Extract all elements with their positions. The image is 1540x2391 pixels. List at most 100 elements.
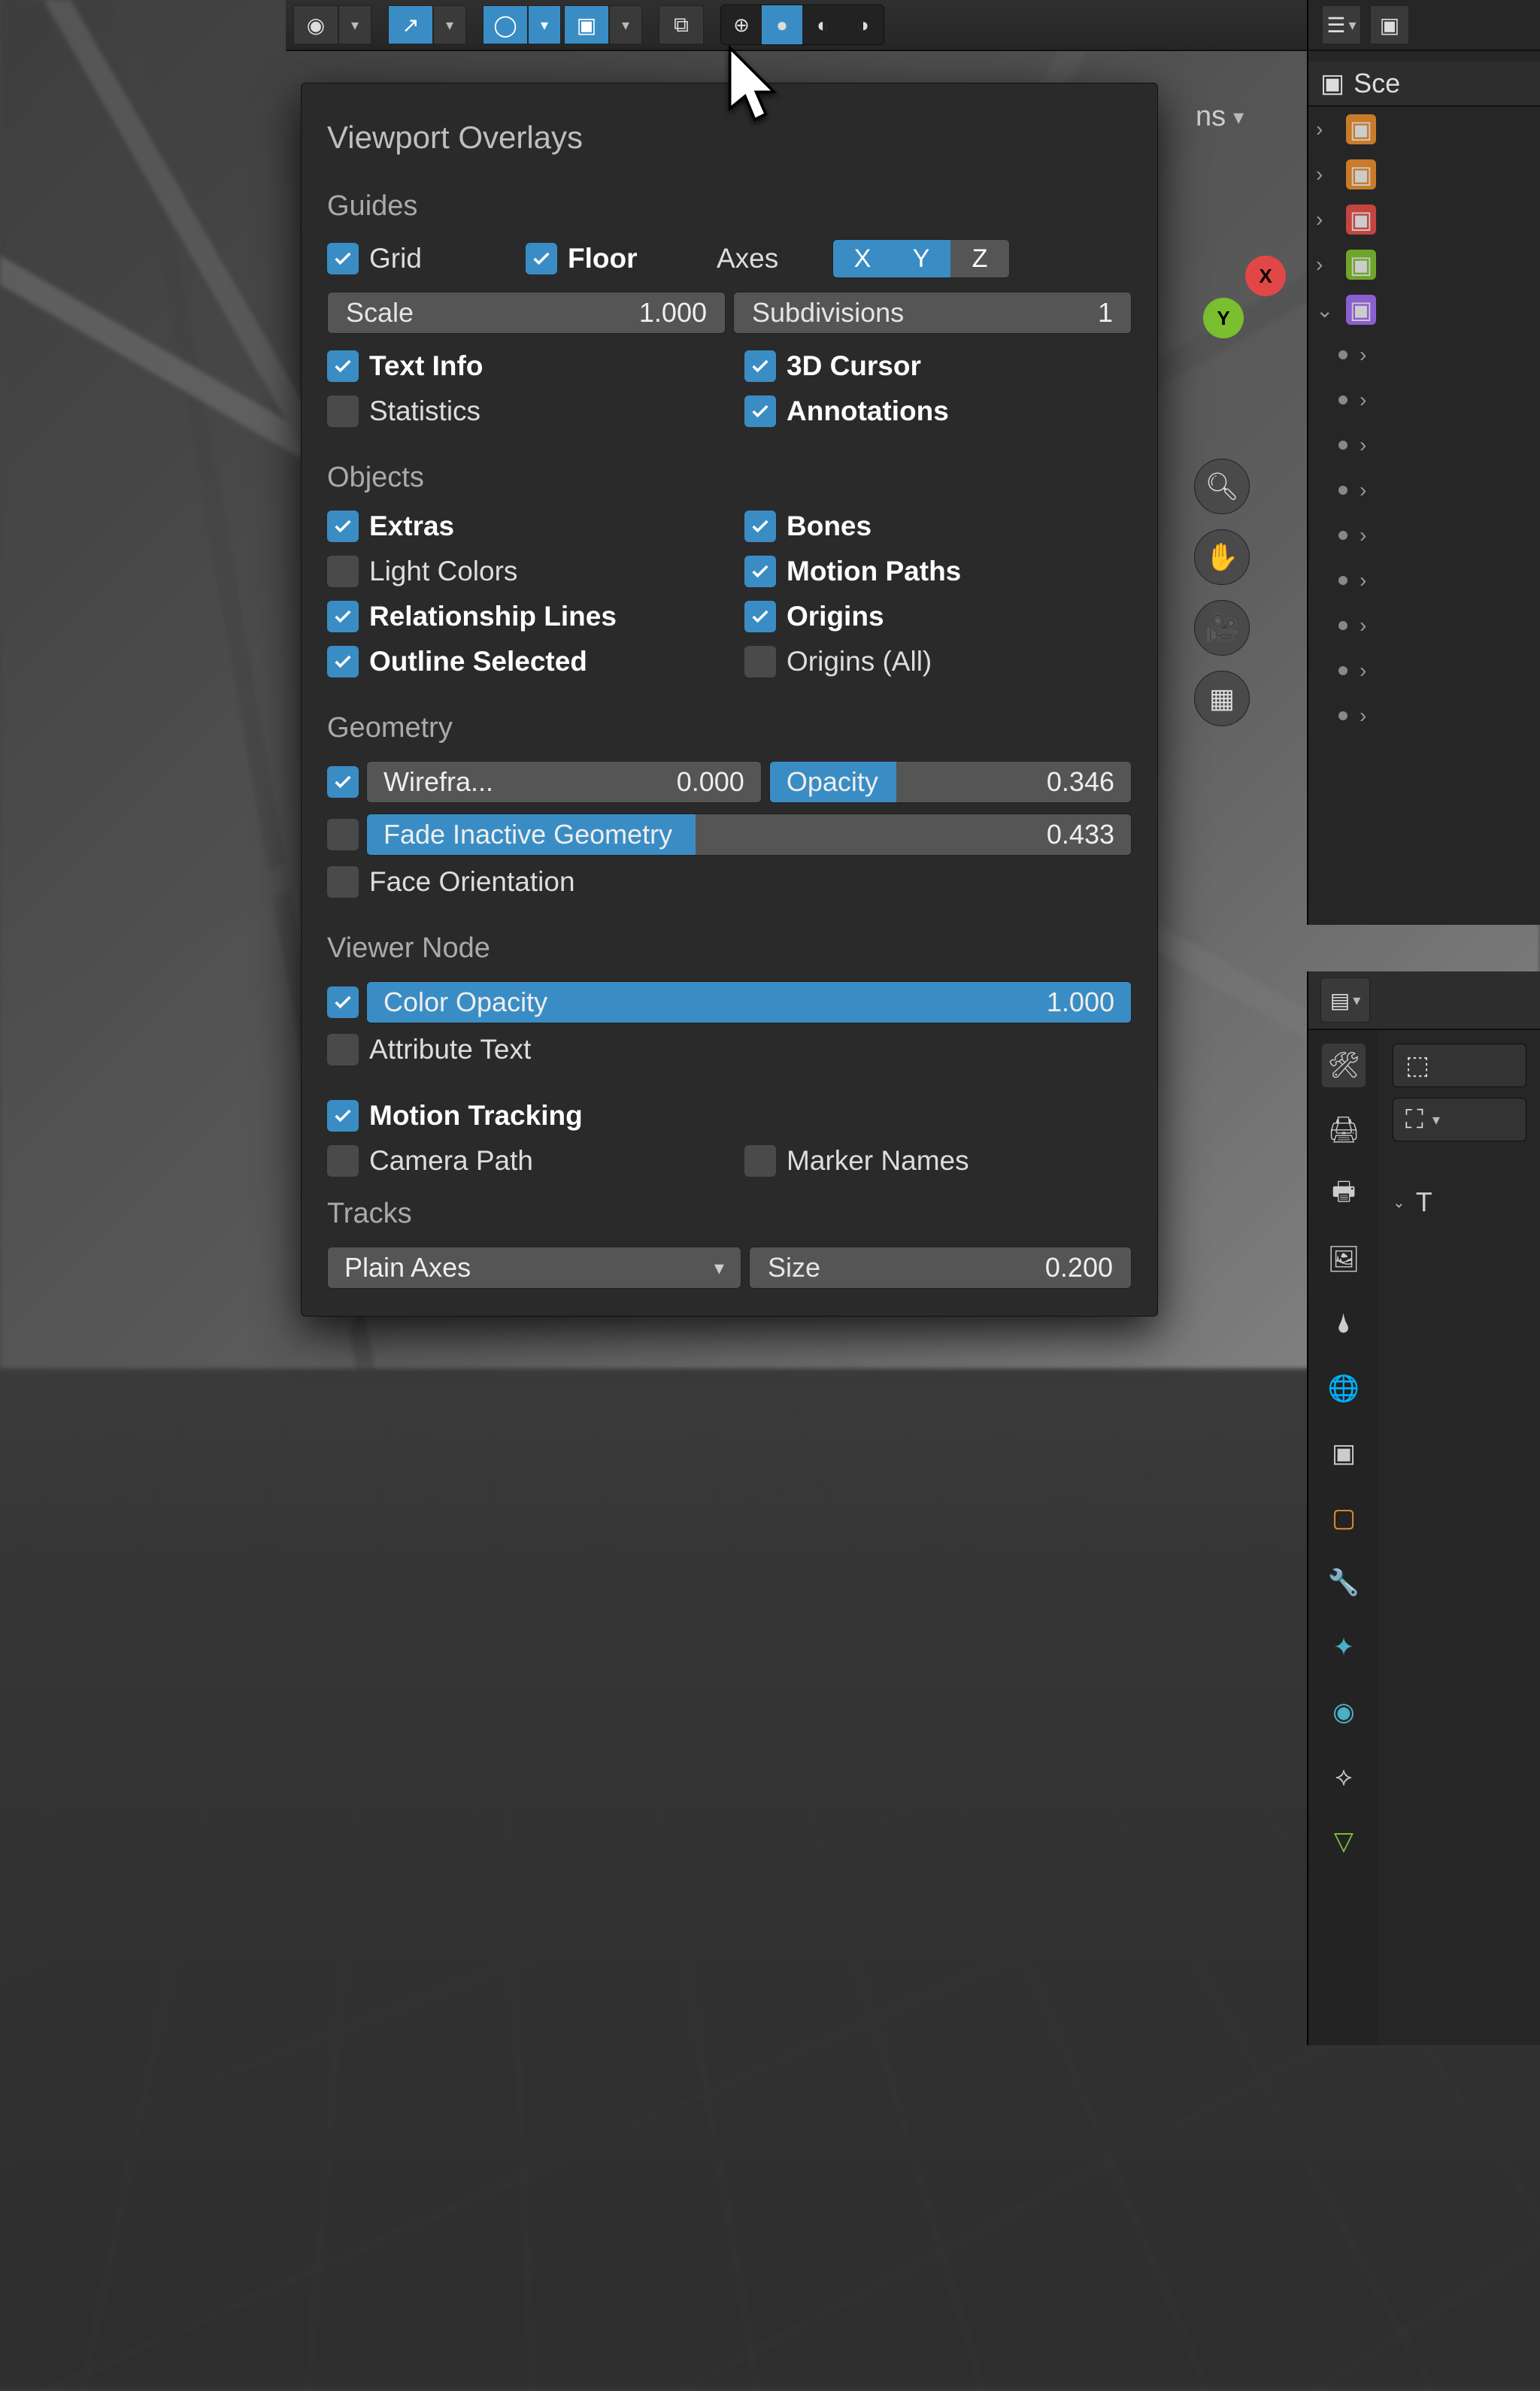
- check-3d-cursor[interactable]: 3D Cursor: [744, 350, 1132, 382]
- properties-selector-2[interactable]: ⛶▾: [1393, 1098, 1526, 1141]
- tab-particles[interactable]: ✦: [1322, 1626, 1366, 1669]
- tab-tool[interactable]: 🛠: [1322, 1044, 1366, 1087]
- fade-inactive-field[interactable]: Fade Inactive Geometry 0.433: [366, 814, 1132, 856]
- check-color-opacity[interactable]: [327, 986, 359, 1018]
- checkbox-on-icon: [744, 395, 776, 427]
- gizmo-drop[interactable]: ▾: [433, 5, 466, 44]
- chevron-right-icon: ›: [1316, 117, 1338, 141]
- outliner-item[interactable]: ›: [1308, 693, 1540, 738]
- opacity-field[interactable]: Opacity 0.346: [769, 761, 1132, 803]
- outliner-row[interactable]: ›▣: [1308, 242, 1540, 287]
- axis-x-button[interactable]: X: [833, 240, 892, 277]
- perspective-toggle-button[interactable]: ▦: [1194, 671, 1250, 726]
- toggle-xray-button[interactable]: ⧉: [659, 5, 704, 44]
- overlay-drop[interactable]: ▾: [528, 5, 561, 44]
- checkbox-on-icon: [327, 243, 359, 274]
- tab-physics[interactable]: ◉: [1322, 1690, 1366, 1734]
- check-origins-all[interactable]: Origins (All): [744, 646, 1132, 677]
- check-text-info[interactable]: Text Info: [327, 350, 714, 382]
- overlay-button[interactable]: ◯: [483, 5, 528, 44]
- check-motion-paths[interactable]: Motion Paths: [744, 556, 1132, 587]
- box-icon: ▣: [1380, 13, 1399, 38]
- shading-solid[interactable]: ●: [762, 5, 802, 44]
- tab-world[interactable]: 🌐: [1322, 1367, 1366, 1411]
- check-motion-tracking[interactable]: Motion Tracking: [327, 1100, 1132, 1132]
- outliner-item[interactable]: ›: [1308, 423, 1540, 468]
- options-dropdown[interactable]: ns ▾: [1196, 101, 1244, 133]
- check-origins[interactable]: Origins: [744, 601, 1132, 632]
- tab-collection[interactable]: ▣: [1322, 1432, 1366, 1475]
- properties-collapse[interactable]: ⌄ T: [1393, 1186, 1526, 1218]
- tab-render[interactable]: 🖨: [1322, 1108, 1366, 1152]
- tab-view-layer[interactable]: 🖼: [1322, 1238, 1366, 1281]
- check-camera-path[interactable]: Camera Path: [327, 1145, 714, 1177]
- axis-gizmo[interactable]: X Y: [1203, 256, 1286, 338]
- axis-gizmo-x[interactable]: X: [1245, 256, 1286, 296]
- crop-icon: ⛶: [1405, 1105, 1423, 1135]
- pan-button[interactable]: ✋: [1194, 529, 1250, 585]
- check-wireframe[interactable]: [327, 766, 359, 798]
- xray-drop[interactable]: ▾: [609, 5, 642, 44]
- image-icon: 🖼: [1327, 1244, 1360, 1274]
- check-grid[interactable]: Grid: [327, 243, 508, 274]
- outliner-item[interactable]: ›: [1308, 558, 1540, 603]
- shading-wireframe[interactable]: ⊕: [721, 5, 762, 44]
- wireframe-value: 0.000: [677, 766, 744, 798]
- outliner-row[interactable]: ›▣: [1308, 107, 1540, 152]
- axis-z-button[interactable]: Z: [950, 240, 1009, 277]
- gizmo-button[interactable]: ↗: [388, 5, 433, 44]
- visibility-button[interactable]: ◉: [293, 5, 338, 44]
- outliner-item[interactable]: ›: [1308, 332, 1540, 377]
- wireframe-field[interactable]: Wirefra... 0.000: [366, 761, 762, 803]
- outliner-item[interactable]: ›: [1308, 468, 1540, 513]
- hand-icon: ✋: [1205, 541, 1239, 573]
- scale-field[interactable]: Scale 1.000: [327, 292, 726, 334]
- tracks-size-field[interactable]: Size 0.200: [749, 1247, 1132, 1289]
- tab-scene[interactable]: 🌢: [1322, 1302, 1366, 1346]
- tab-modifiers[interactable]: 🔧: [1322, 1561, 1366, 1605]
- outliner-editor-type[interactable]: ☰▾: [1322, 5, 1361, 44]
- check-fade-inactive[interactable]: [327, 819, 359, 850]
- check-outline-selected[interactable]: Outline Selected: [327, 646, 714, 677]
- xray-button[interactable]: ▣: [564, 5, 609, 44]
- subdivisions-field[interactable]: Subdivisions 1: [733, 292, 1132, 334]
- outliner-row[interactable]: ⌄▣: [1308, 287, 1540, 332]
- camera-view-button[interactable]: 🎥: [1194, 600, 1250, 656]
- text-info-label: Text Info: [369, 350, 483, 382]
- checkbox-off-icon: [327, 866, 359, 898]
- check-relationship-lines[interactable]: Relationship Lines: [327, 601, 714, 632]
- check-attribute-text[interactable]: Attribute Text: [327, 1034, 1132, 1065]
- outliner-item[interactable]: ›: [1308, 603, 1540, 648]
- tab-constraints[interactable]: ⟡: [1322, 1755, 1366, 1799]
- shading-material[interactable]: ◐: [802, 5, 843, 44]
- properties-editor-type[interactable]: ▤▾: [1320, 977, 1370, 1023]
- zoom-button[interactable]: 🔍︎: [1194, 459, 1250, 514]
- outliner-row[interactable]: ›▣: [1308, 197, 1540, 242]
- properties-selector[interactable]: ⬚: [1393, 1044, 1526, 1087]
- outliner-display-mode[interactable]: ▣: [1370, 5, 1409, 44]
- check-floor[interactable]: Floor: [526, 243, 699, 274]
- tab-output[interactable]: 🖶: [1322, 1173, 1366, 1217]
- outliner-item[interactable]: ›: [1308, 513, 1540, 558]
- color-opacity-label: Color Opacity: [383, 986, 547, 1018]
- visibility-drop[interactable]: ▾: [338, 5, 371, 44]
- check-annotations[interactable]: Annotations: [744, 395, 1132, 427]
- outliner-item[interactable]: ›: [1308, 377, 1540, 423]
- axis-y-button[interactable]: Y: [892, 240, 950, 277]
- check-marker-names[interactable]: Marker Names: [744, 1145, 1132, 1177]
- outliner-row[interactable]: ›▣: [1308, 152, 1540, 197]
- tracks-dropdown[interactable]: Plain Axes ▾: [327, 1247, 741, 1289]
- color-opacity-field[interactable]: Color Opacity 1.000: [366, 981, 1132, 1023]
- checkbox-off-icon: [327, 556, 359, 587]
- tab-data[interactable]: ▽: [1322, 1820, 1366, 1863]
- outliner-item[interactable]: ›: [1308, 648, 1540, 693]
- check-face-orientation[interactable]: Face Orientation: [327, 866, 1132, 898]
- check-light-colors[interactable]: Light Colors: [327, 556, 714, 587]
- sphere-rendered-icon: ◑: [857, 14, 869, 37]
- axis-gizmo-y[interactable]: Y: [1203, 298, 1244, 338]
- check-statistics[interactable]: Statistics: [327, 395, 714, 427]
- check-bones[interactable]: Bones: [744, 511, 1132, 542]
- tab-object[interactable]: ▢: [1322, 1496, 1366, 1540]
- shading-rendered[interactable]: ◑: [843, 5, 884, 44]
- check-extras[interactable]: Extras: [327, 511, 714, 542]
